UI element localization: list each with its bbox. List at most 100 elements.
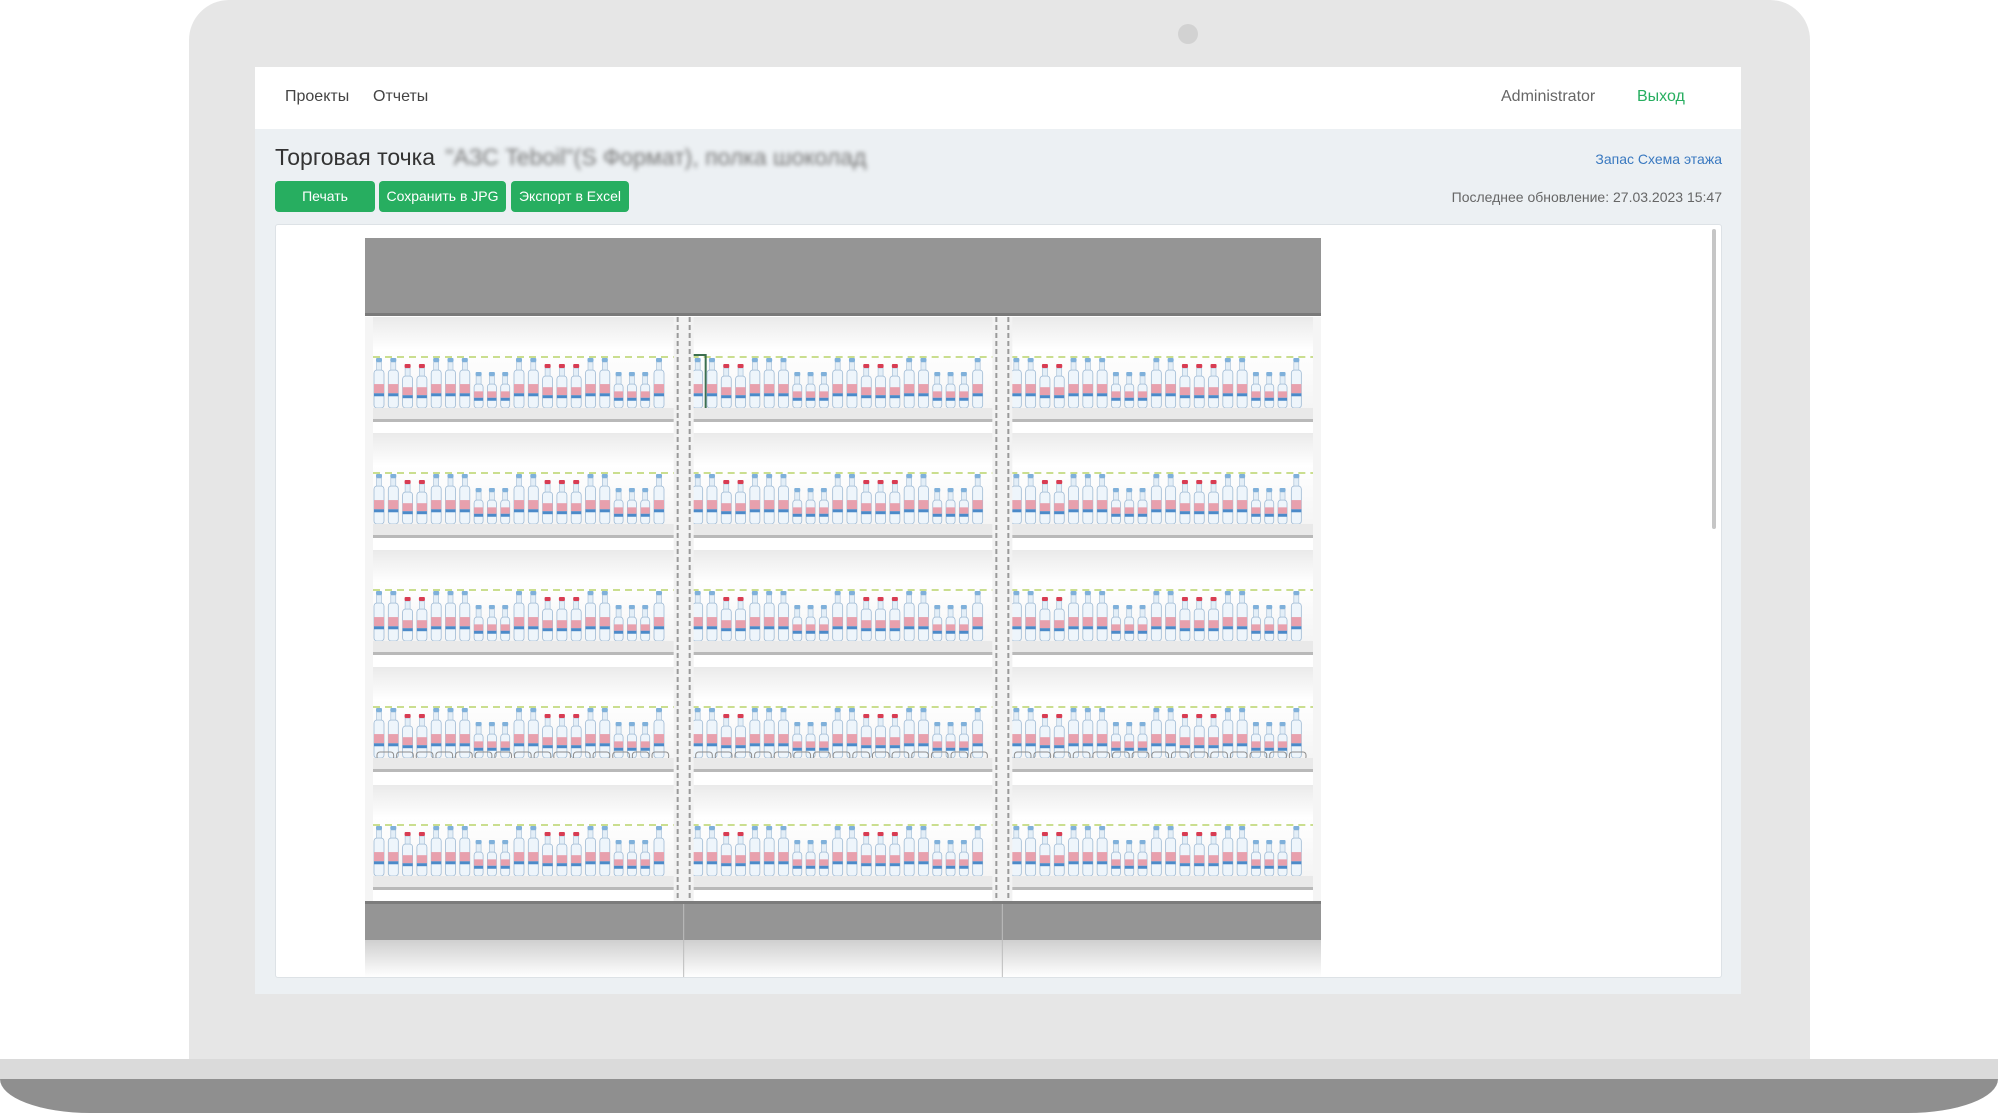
bottle-neck xyxy=(863,483,870,493)
bottle-neck xyxy=(1239,594,1245,604)
bottle-neck xyxy=(1253,375,1259,385)
bottle-neck xyxy=(1279,843,1286,853)
bottle-label xyxy=(1278,507,1288,514)
save-jpg-button[interactable]: Сохранить в JPG xyxy=(379,181,506,212)
bottle-label-stripe xyxy=(806,513,816,517)
bottle-label-stripe xyxy=(1124,747,1134,751)
bottle-label-stripe xyxy=(792,747,802,751)
bottle-label-stripe xyxy=(1179,511,1190,515)
bottle-cap xyxy=(1099,591,1106,595)
bottle-cap xyxy=(780,591,787,595)
bottle-label xyxy=(721,503,732,512)
bottle-cap xyxy=(877,597,884,601)
print-button[interactable]: Печать xyxy=(275,181,375,212)
bottle-cap xyxy=(404,714,411,718)
bottle-neck xyxy=(934,843,941,853)
bottle-label-stripe xyxy=(806,865,816,869)
bottle-cap xyxy=(1293,358,1300,362)
bottle-label-stripe xyxy=(1054,863,1065,867)
bottle-label-stripe xyxy=(374,509,384,513)
bottle-neck xyxy=(807,491,814,501)
bottle-label xyxy=(528,852,539,862)
bottle-label-stripe xyxy=(889,863,900,867)
bottle-label-stripe xyxy=(1194,511,1205,515)
bottle-label-stripe xyxy=(846,509,857,513)
bottle-label xyxy=(1097,734,1108,744)
canvas-scrollbar[interactable] xyxy=(1712,229,1716,529)
bottle-neck xyxy=(821,375,827,385)
bottle-label xyxy=(640,507,650,514)
bottle-cap xyxy=(376,474,382,478)
laptop-base-shadow xyxy=(0,1079,1998,1113)
bottle-label xyxy=(692,500,703,510)
bottle-label xyxy=(946,859,956,866)
bottle-cap xyxy=(807,605,814,609)
bottle-label-stripe xyxy=(1097,626,1108,630)
bottle-neck xyxy=(737,367,744,377)
logout-link[interactable]: Выход xyxy=(1637,88,1685,106)
bottle-cap xyxy=(694,591,701,595)
bottle-neck xyxy=(863,717,870,727)
bottle-label xyxy=(431,852,442,862)
bottle-label xyxy=(528,734,539,744)
bottle-label-stripe xyxy=(1179,395,1190,399)
bottle-label xyxy=(1194,737,1205,746)
floor-plan-link[interactable]: Запас Схема этажа xyxy=(1595,151,1722,167)
planogram-canvas[interactable] xyxy=(275,224,1722,978)
bottle-label xyxy=(1237,617,1248,627)
bottle-cap xyxy=(1181,832,1188,836)
bottle-label xyxy=(500,741,510,748)
bottle-neck xyxy=(642,491,649,501)
bottle-neck xyxy=(947,608,954,618)
bottle-label xyxy=(1151,500,1162,510)
bottle-neck xyxy=(794,491,801,501)
bottle-cap xyxy=(390,358,397,362)
bottle-label-stripe xyxy=(889,511,900,515)
bottle-label-stripe xyxy=(1237,509,1248,513)
planogram-svg[interactable] xyxy=(276,225,1721,977)
bottle-neck xyxy=(1027,477,1034,487)
bottle-neck xyxy=(849,711,855,721)
bottle-label-stripe xyxy=(487,630,497,634)
bottle-label xyxy=(1165,852,1176,862)
bottle-label xyxy=(459,734,470,744)
bottle-label xyxy=(614,741,624,748)
bottle-label-stripe xyxy=(1111,630,1121,634)
export-excel-button[interactable]: Экспорт в Excel xyxy=(511,181,629,212)
bottle-neck xyxy=(502,375,508,385)
bottle-label xyxy=(706,384,717,394)
nav-reports[interactable]: Отчеты xyxy=(373,88,428,106)
bottle-cap xyxy=(1126,722,1133,726)
bottle-label-stripe xyxy=(764,861,775,865)
bottle-neck xyxy=(573,483,580,493)
bottle-label xyxy=(1151,734,1162,744)
bottle-cap xyxy=(615,372,622,376)
bottle-cap xyxy=(1224,358,1231,362)
bottle-neck xyxy=(376,594,382,604)
bottle-neck xyxy=(1126,843,1133,853)
bottle-neck xyxy=(834,594,841,604)
bottle-label xyxy=(459,500,470,510)
bottle-neck xyxy=(1266,491,1273,501)
bottle-label xyxy=(474,391,484,398)
bottle-label xyxy=(1278,859,1288,866)
bottle-label-stripe xyxy=(861,745,872,749)
bottle-label-stripe xyxy=(904,393,915,397)
bottle-label xyxy=(1165,500,1176,510)
bottle-cap xyxy=(1210,832,1217,836)
bottle-cap xyxy=(974,708,981,712)
bottle-neck xyxy=(656,711,662,721)
nav-projects[interactable]: Проекты xyxy=(285,88,349,106)
bottle-neck xyxy=(863,600,870,610)
bottle-neck xyxy=(694,711,701,721)
bottle-label xyxy=(861,737,872,746)
bottle-label-stripe xyxy=(1291,743,1302,747)
bottle-cap xyxy=(587,474,594,478)
bottle-cap xyxy=(516,826,522,830)
bottle-label xyxy=(819,741,829,748)
bottle-cap xyxy=(573,364,580,368)
bottle-neck xyxy=(475,375,482,385)
bottle-label-stripe xyxy=(959,865,969,869)
bottle-label xyxy=(487,391,497,398)
bottle-label-stripe xyxy=(819,513,829,517)
